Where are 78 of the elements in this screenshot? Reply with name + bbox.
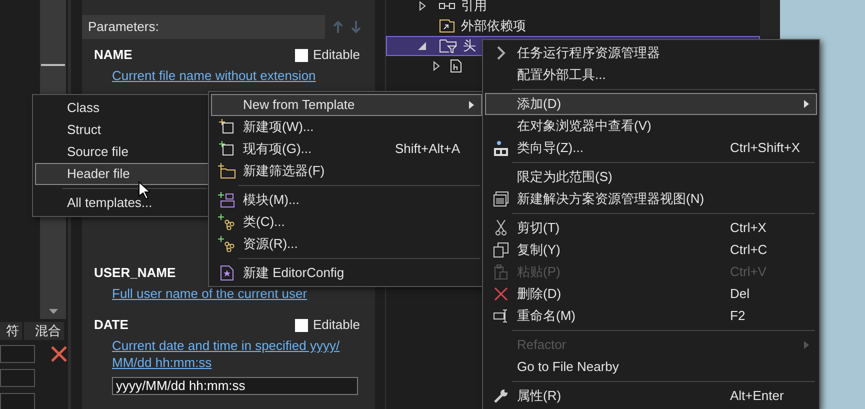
menu-item[interactable]: Header file bbox=[35, 163, 209, 185]
collapsed-arrow-icon[interactable] bbox=[418, 1, 426, 11]
editable-checkbox[interactable] bbox=[295, 48, 308, 62]
menu-item[interactable]: 在对象浏览器中查看(V) bbox=[485, 115, 817, 137]
input-field[interactable] bbox=[0, 369, 35, 387]
menu-item[interactable]: 重命名(M) F2 bbox=[485, 305, 817, 327]
value-field[interactable]: yyyy/MM/dd hh:mm:ss bbox=[112, 377, 358, 395]
parameters-header: Parameters: bbox=[82, 15, 325, 39]
menu-item[interactable]: 新建项(W)... bbox=[211, 116, 482, 138]
menu-item[interactable]: 新建 EditorConfig bbox=[211, 262, 482, 284]
menu-item[interactable]: 添加(D) bbox=[485, 93, 817, 115]
add-item-icon bbox=[219, 141, 235, 157]
tree-label: 头 bbox=[463, 37, 476, 56]
folder-link-icon bbox=[439, 19, 455, 33]
menu-item[interactable]: 剪切(T) Ctrl+X bbox=[485, 217, 817, 239]
input-field[interactable] bbox=[0, 393, 35, 409]
references-icon bbox=[439, 2, 455, 10]
description-link[interactable]: Full user name of the current user bbox=[112, 285, 365, 302]
menu-item[interactable]: 类向导(Z)... Ctrl+Shift+X bbox=[485, 137, 817, 159]
menu-item[interactable]: 类(C)... bbox=[211, 211, 482, 233]
mouse-cursor-icon bbox=[138, 181, 150, 199]
class-icon bbox=[218, 236, 236, 252]
editable-label: Editable bbox=[313, 46, 360, 64]
new-item-icon bbox=[219, 119, 235, 135]
tree-item[interactable]: 外部依赖项 bbox=[386, 16, 760, 36]
menu-item[interactable]: 现有项(G)... Shift+Alt+A bbox=[211, 138, 482, 160]
menu-item[interactable]: 任务运行程序资源管理器 bbox=[485, 42, 817, 64]
menu-item[interactable]: 资源(R)... bbox=[211, 233, 482, 255]
submenu-arrow-icon bbox=[804, 341, 808, 349]
menu-item[interactable]: 模块(M)... bbox=[211, 189, 482, 211]
dropdown-arrow-icon[interactable] bbox=[48, 309, 58, 314]
copy-icon bbox=[493, 242, 509, 258]
menu-item[interactable]: All templates... bbox=[35, 192, 209, 214]
window-list-icon bbox=[493, 191, 509, 207]
description-link[interactable]: Current date and time in specified yyyy/ bbox=[112, 337, 365, 354]
column-header: 符 bbox=[0, 322, 22, 340]
submenu-arrow-icon bbox=[804, 100, 808, 108]
cut-icon bbox=[495, 220, 507, 236]
menu-item[interactable]: 新建解决方案资源管理器视图(N) bbox=[485, 188, 817, 210]
input-field[interactable] bbox=[0, 345, 35, 363]
parameter-name: DATE bbox=[94, 316, 128, 334]
chevron-right-icon bbox=[496, 46, 506, 60]
menu-item[interactable]: Class bbox=[35, 97, 209, 119]
menu-item[interactable]: 配置外部工具... bbox=[485, 64, 817, 86]
editable-checkbox[interactable] bbox=[295, 318, 308, 332]
menu-item[interactable]: Source file bbox=[35, 141, 209, 163]
wrench-icon bbox=[493, 388, 509, 404]
menu-item[interactable]: 新建筛选器(F) bbox=[211, 160, 482, 182]
filter-folder-icon bbox=[439, 39, 457, 53]
tree-item[interactable]: 引用 bbox=[386, 0, 760, 16]
paste-icon bbox=[494, 264, 508, 280]
rename-icon bbox=[493, 309, 509, 323]
menu-item[interactable]: Struct bbox=[35, 119, 209, 141]
parameter-name: USER_NAME bbox=[94, 264, 176, 282]
parameter-name: NAME bbox=[94, 46, 132, 64]
delete-icon bbox=[494, 287, 508, 301]
close-icon[interactable] bbox=[51, 346, 67, 362]
wizard-icon bbox=[494, 140, 508, 156]
menu-item[interactable]: 删除(D) Del bbox=[485, 283, 817, 305]
expanded-arrow-icon[interactable] bbox=[418, 42, 426, 50]
editable-label: Editable bbox=[313, 316, 360, 334]
header-file-icon bbox=[450, 59, 462, 73]
description-link[interactable]: Current file name without extension bbox=[112, 67, 365, 84]
new-folder-icon bbox=[218, 163, 236, 179]
menu-item[interactable]: 复制(Y) Ctrl+C bbox=[485, 239, 817, 261]
collapsed-arrow-icon[interactable] bbox=[433, 61, 440, 71]
class-icon bbox=[218, 214, 236, 230]
menu-item[interactable]: 属性(R) Alt+Enter bbox=[485, 385, 817, 407]
menu-item[interactable]: New from Template bbox=[211, 94, 482, 116]
description-link[interactable]: MM/dd hh:mm:ss bbox=[112, 354, 365, 371]
menu-item[interactable]: Go to File Nearby bbox=[485, 356, 817, 378]
submenu-arrow-icon bbox=[468, 101, 474, 109]
tree-label: 外部依赖项 bbox=[461, 17, 526, 36]
config-file-icon bbox=[220, 265, 234, 281]
tree-label: 引用 bbox=[461, 0, 487, 16]
menu-item[interactable]: 限定为此范围(S) bbox=[485, 166, 817, 188]
module-icon bbox=[218, 192, 236, 208]
column-header: 混合 bbox=[24, 322, 64, 340]
